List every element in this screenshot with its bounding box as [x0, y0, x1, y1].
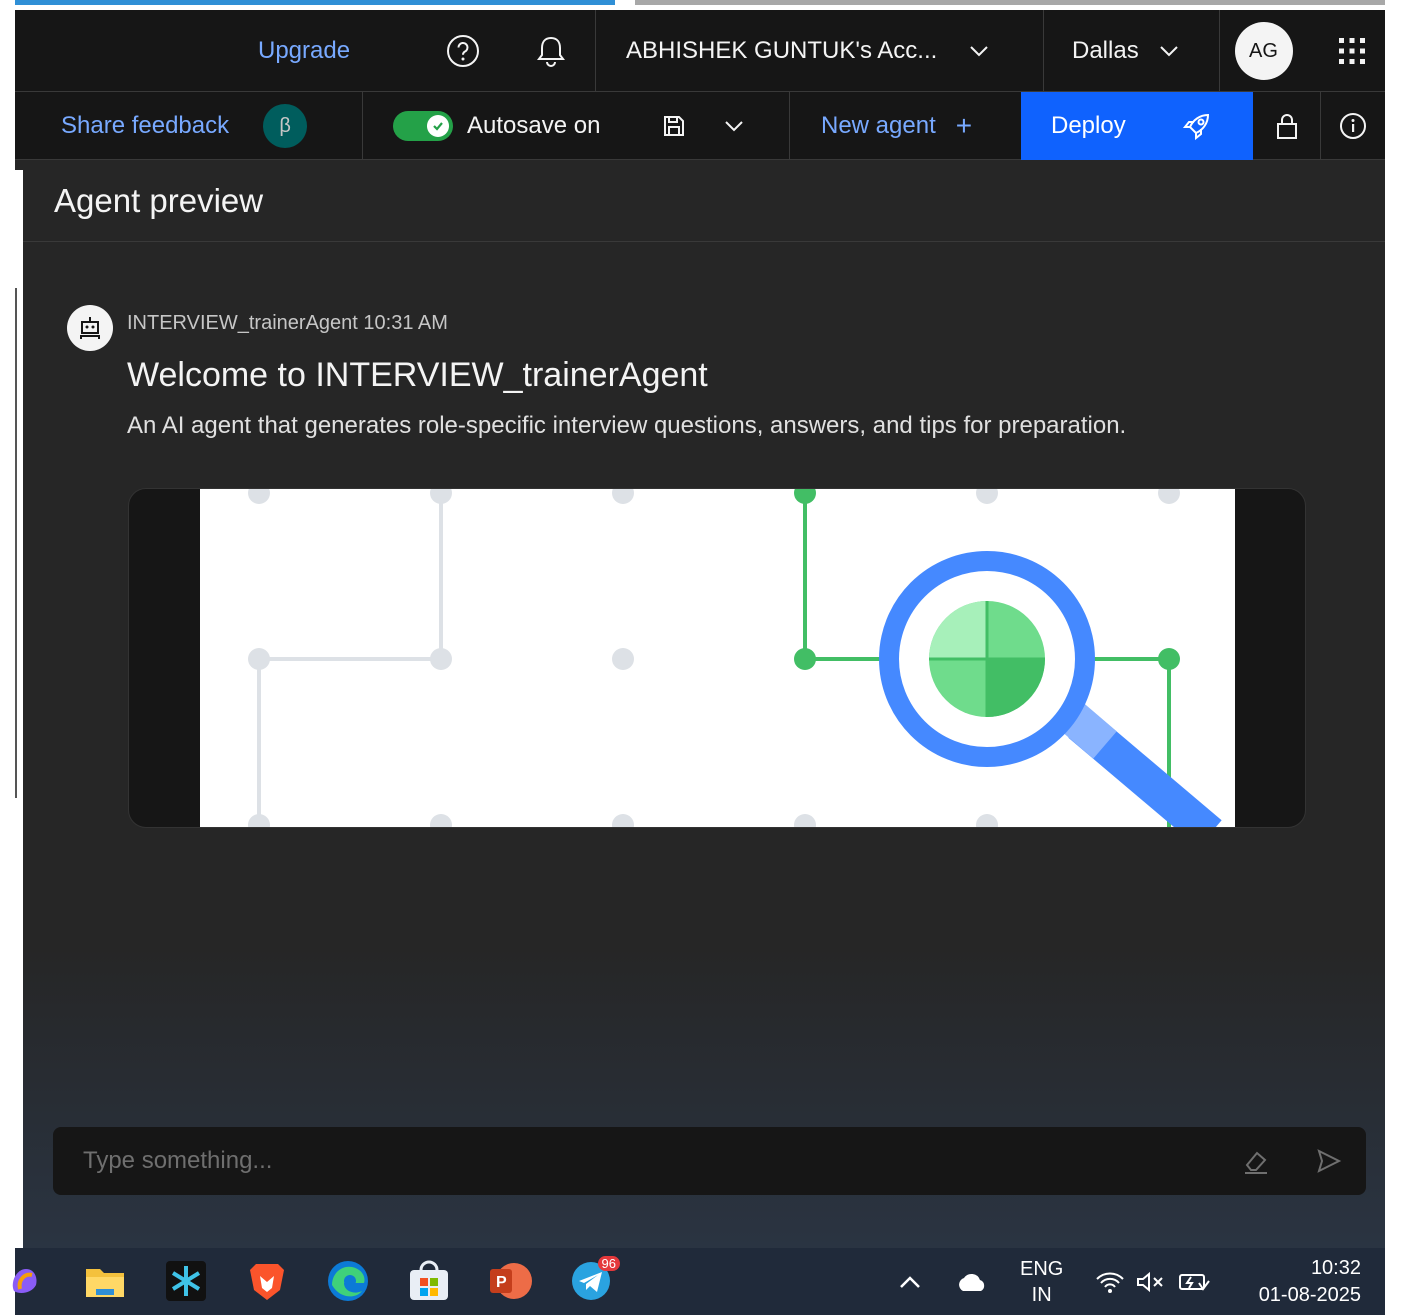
quick-settings-button[interactable]: [1095, 1248, 1211, 1315]
new-agent-button[interactable]: New agent +: [821, 92, 972, 160]
language-code: ENG: [1020, 1257, 1064, 1280]
rocket-icon: [1182, 111, 1212, 141]
volume-muted-icon: [1137, 1271, 1163, 1292]
info-button[interactable]: [1321, 92, 1385, 160]
onedrive-button[interactable]: [955, 1248, 989, 1315]
language-region: IN: [1031, 1283, 1052, 1306]
message-meta: INTERVIEW_trainerAgent 10:31 AM: [127, 312, 448, 334]
bell-icon: [537, 36, 565, 67]
deploy-button[interactable]: Deploy: [1021, 92, 1253, 160]
window-left-edge: [15, 170, 23, 1248]
save-icon: [664, 116, 685, 136]
upgrade-link[interactable]: Upgrade: [258, 10, 350, 92]
show-hidden-icons-button[interactable]: [899, 1248, 921, 1315]
chat-panel: INTERVIEW_trainerAgent 10:31 AM Welcome …: [15, 242, 1385, 1248]
checkmark-icon: [427, 115, 449, 137]
autosave-label: Autosave on: [467, 112, 601, 139]
region-name: Dallas: [1072, 37, 1139, 64]
send-icon: [1317, 1149, 1342, 1173]
avatar: AG: [1234, 22, 1293, 80]
lock-icon: [1276, 114, 1297, 139]
page-title: Agent preview: [54, 182, 264, 219]
plus-icon: +: [955, 110, 973, 141]
chat-input[interactable]: [53, 1127, 1218, 1195]
clock[interactable]: 10:32 01-08-2025: [1243, 1248, 1361, 1315]
chat-input-bar: [53, 1127, 1366, 1195]
user-menu[interactable]: AG: [1219, 10, 1307, 92]
notifications-button[interactable]: [523, 10, 579, 92]
battery-charging-icon: [1179, 1273, 1210, 1291]
app-grid-icon: [1339, 38, 1365, 64]
help-icon: [447, 35, 479, 67]
account-name: ABHISHEK GUNTUK's Acc...: [626, 37, 938, 64]
send-button[interactable]: [1292, 1127, 1366, 1195]
clock-time: 10:32: [1310, 1256, 1361, 1279]
welcome-description: An AI agent that generates role-specific…: [127, 412, 1127, 439]
taskbar: P 96 ENG IN 10:32 01-08-2025: [12, 1248, 1385, 1315]
page-load-progress: [15, 0, 615, 5]
info-icon: [1340, 113, 1366, 139]
save-options-button[interactable]: [724, 120, 744, 132]
welcome-title: Welcome to INTERVIEW_trainerAgent: [127, 356, 708, 394]
magnifier-illustration: [200, 489, 1235, 827]
cloud-icon: [959, 1273, 985, 1291]
beta-badge: β: [263, 104, 308, 148]
clear-button[interactable]: [1218, 1127, 1292, 1195]
welcome-illustration: [128, 488, 1306, 828]
bot-avatar: [67, 305, 113, 351]
wifi-icon: [1096, 1272, 1124, 1293]
eraser-icon: [1245, 1151, 1267, 1174]
chevron-down-icon: [1159, 46, 1178, 57]
brave-browser-icon[interactable]: [244, 1258, 290, 1304]
edge-browser-icon[interactable]: [325, 1258, 371, 1304]
powerpoint-icon[interactable]: P: [487, 1258, 533, 1304]
save-button[interactable]: [662, 114, 686, 138]
autosave-group: Autosave on: [362, 92, 790, 160]
file-explorer-icon[interactable]: [82, 1258, 128, 1304]
telegram-icon[interactable]: 96: [568, 1256, 620, 1304]
page-load-track: [635, 0, 1385, 5]
preview-header: Agent preview: [15, 160, 1385, 242]
chevron-down-icon: [725, 121, 744, 132]
app-icon-asterisk[interactable]: [163, 1258, 209, 1304]
share-feedback-button[interactable]: Share feedback β: [61, 92, 308, 160]
clock-date: 01-08-2025: [1258, 1283, 1361, 1306]
notification-badge: 96: [597, 1256, 620, 1271]
account-switcher[interactable]: ABHISHEK GUNTUK's Acc...: [595, 10, 1043, 92]
app-window: Upgrade ABHISHEK GUNTUK's Acc... Dallas …: [15, 10, 1385, 1248]
chevron-up-icon: [900, 1275, 920, 1288]
agent-toolbar: Share feedback β Autosave on New agent +…: [15, 92, 1385, 160]
language-indicator[interactable]: ENG IN: [1020, 1248, 1063, 1315]
app-switcher-button[interactable]: [1319, 10, 1385, 92]
top-header: Upgrade ABHISHEK GUNTUK's Acc... Dallas …: [15, 10, 1385, 92]
autosave-toggle[interactable]: [393, 111, 453, 141]
deploy-label: Deploy: [1051, 112, 1126, 139]
svg-text:P: P: [496, 1274, 507, 1291]
microsoft-store-icon[interactable]: [406, 1258, 452, 1304]
lock-button[interactable]: [1253, 92, 1321, 160]
share-feedback-label: Share feedback: [61, 112, 230, 139]
robot-icon: [80, 317, 100, 339]
new-agent-label: New agent: [821, 112, 936, 139]
chevron-down-icon: [970, 46, 989, 57]
help-button[interactable]: [435, 10, 491, 92]
region-selector[interactable]: Dallas: [1043, 10, 1219, 92]
copilot-icon[interactable]: [1, 1258, 47, 1304]
